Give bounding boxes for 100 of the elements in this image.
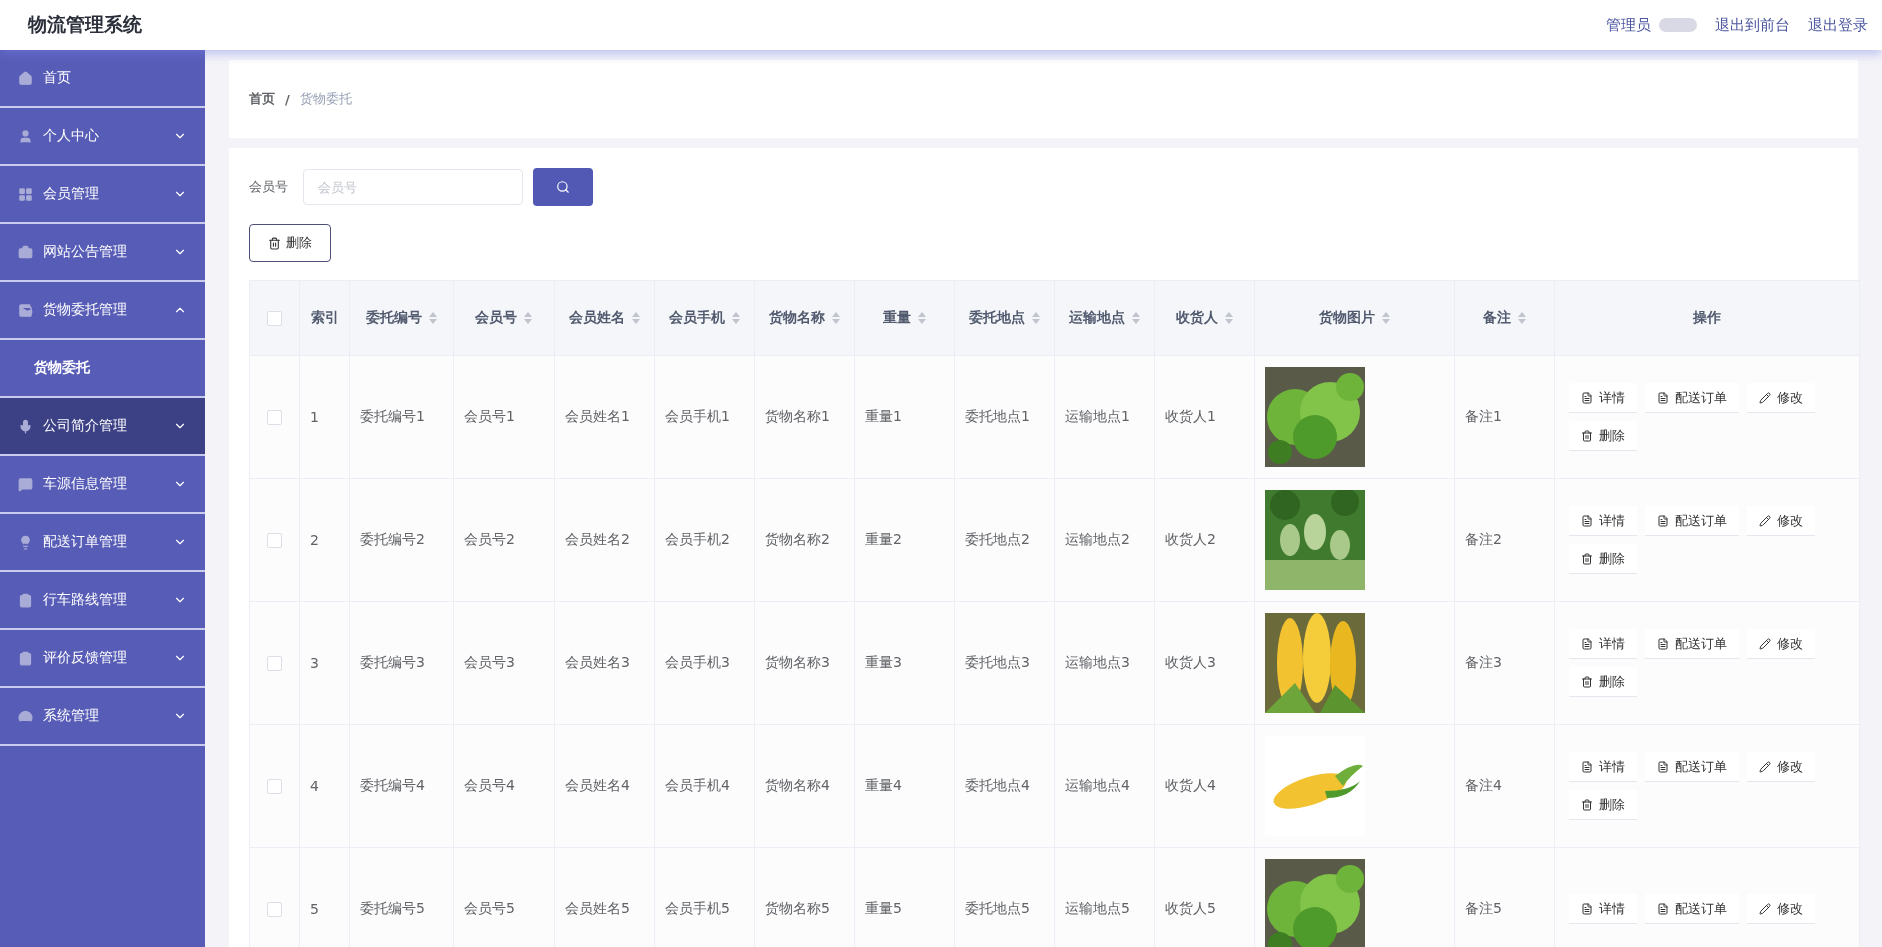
pencil-icon	[1759, 391, 1771, 404]
role-label: 管理员	[1606, 15, 1651, 35]
table-cell: 收货人3	[1154, 601, 1255, 725]
column-title: 运输地点	[1068, 309, 1125, 325]
blurred-name	[1659, 18, 1697, 32]
menu-icon	[18, 128, 33, 144]
search-button[interactable]	[533, 168, 593, 206]
pencil-icon	[1759, 902, 1771, 915]
table-cell: 重量3	[854, 601, 955, 725]
table-cell: 委托编号3	[349, 601, 454, 725]
menu-icon	[18, 302, 33, 318]
table-cell: 委托编号5	[349, 847, 454, 947]
table-cell: 委托地点4	[954, 724, 1055, 848]
table-cell: 委托地点3	[954, 601, 1055, 725]
app-title: 物流管理系统	[28, 12, 142, 37]
delete-button[interactable]: 删除	[249, 224, 331, 262]
sort-icon[interactable]	[916, 311, 927, 325]
table-cell: 会员姓名3	[554, 601, 655, 725]
document-icon	[1581, 514, 1593, 527]
trash-icon	[268, 236, 281, 250]
row-checkbox[interactable]	[267, 902, 282, 918]
table-cell: 会员手机4	[654, 724, 755, 848]
table-cell: 货物名称1	[754, 355, 855, 479]
document-icon	[1581, 637, 1593, 650]
menu-icon	[18, 708, 33, 724]
table-cell: 运输地点1	[1054, 355, 1155, 479]
sort-icon[interactable]	[830, 311, 841, 325]
header-link[interactable]: 退出登录	[1808, 15, 1868, 35]
trash-icon	[1581, 552, 1593, 565]
sort-icon[interactable]	[427, 311, 438, 325]
sidebar-item[interactable]: 公司简介管理	[0, 398, 205, 456]
table-cell: 收货人5	[1154, 847, 1255, 947]
table-cell: 收货人4	[1154, 724, 1255, 848]
table-cell: 会员号4	[453, 724, 555, 848]
table-cell: 会员号5	[453, 847, 555, 947]
menu-icon	[18, 244, 33, 260]
table-cell: 运输地点4	[1054, 724, 1155, 848]
row-checkbox[interactable]	[267, 656, 282, 672]
table-cell: 会员姓名4	[554, 724, 655, 848]
row-checkbox[interactable]	[267, 410, 282, 426]
breadcrumb-separator: /	[285, 91, 290, 107]
sort-icon[interactable]	[1130, 311, 1141, 325]
menu-icon	[18, 186, 33, 202]
row-checkbox[interactable]	[267, 533, 282, 549]
column-title: 委托编号	[365, 309, 422, 325]
column-title: 会员号	[475, 309, 517, 325]
trash-icon	[1581, 675, 1593, 688]
menu-icon	[18, 418, 33, 434]
document-icon	[1657, 391, 1669, 404]
table-cell: 运输地点5	[1054, 847, 1155, 947]
column-title: 收货人	[1175, 309, 1218, 325]
member-search-field[interactable]: 会员号	[303, 169, 523, 205]
table-cell: 收货人2	[1154, 478, 1255, 602]
table-cell: 会员手机5	[654, 847, 755, 947]
table-cell: 货物名称5	[754, 847, 855, 947]
document-icon	[1581, 902, 1593, 915]
sort-icon[interactable]	[630, 311, 641, 325]
table-cell: 货物名称4	[754, 724, 855, 848]
table-cell: 委托地点5	[954, 847, 1055, 947]
sort-icon[interactable]	[523, 311, 533, 325]
menu-icon	[18, 70, 33, 86]
menu-icon	[18, 534, 33, 550]
menu-icon	[18, 592, 33, 608]
column-title: 会员手机	[668, 309, 725, 325]
table-cell: 委托地点2	[954, 478, 1055, 602]
select-all-checkbox[interactable]	[267, 311, 282, 327]
table-cell: 委托编号4	[349, 724, 454, 848]
row-checkbox[interactable]	[267, 779, 282, 795]
sort-icon[interactable]	[1223, 311, 1234, 325]
table-cell: 备注2	[1454, 478, 1555, 602]
sort-icon[interactable]	[730, 311, 741, 325]
column-title: 委托地点	[968, 309, 1025, 325]
sort-icon[interactable]	[1516, 311, 1527, 325]
table-cell: 会员号1	[453, 355, 555, 479]
table-cell: 3	[299, 601, 350, 725]
document-icon	[1657, 760, 1669, 773]
document-icon	[1657, 902, 1669, 915]
document-icon	[1657, 637, 1669, 650]
table-cell: 5	[299, 847, 350, 947]
table-cell: 委托编号1	[349, 355, 454, 479]
field-label: 会员号	[249, 178, 289, 196]
breadcrumb-item[interactable]: 首页	[249, 90, 275, 108]
table-cell: 会员手机1	[654, 355, 755, 479]
table-cell: 货物名称3	[754, 601, 855, 725]
column-title: 操作	[1693, 309, 1721, 325]
table-cell: 重量1	[854, 355, 955, 479]
table-cell: 备注3	[1454, 601, 1555, 725]
table-cell: 重量2	[854, 478, 955, 602]
table-cell: 会员姓名2	[554, 478, 655, 602]
table-cell: 收货人1	[1154, 355, 1255, 479]
sort-icon[interactable]	[1380, 311, 1391, 325]
column-title: 备注	[1482, 309, 1511, 325]
trash-icon	[1581, 798, 1593, 811]
table-cell: 会员手机2	[654, 478, 755, 602]
header-link[interactable]: 退出到前台	[1715, 15, 1790, 35]
pencil-icon	[1759, 637, 1771, 650]
sort-icon[interactable]	[1030, 311, 1041, 325]
table-cell: 2	[299, 478, 350, 602]
table-cell: 会员号3	[453, 601, 555, 725]
table-cell: 1	[299, 355, 350, 479]
